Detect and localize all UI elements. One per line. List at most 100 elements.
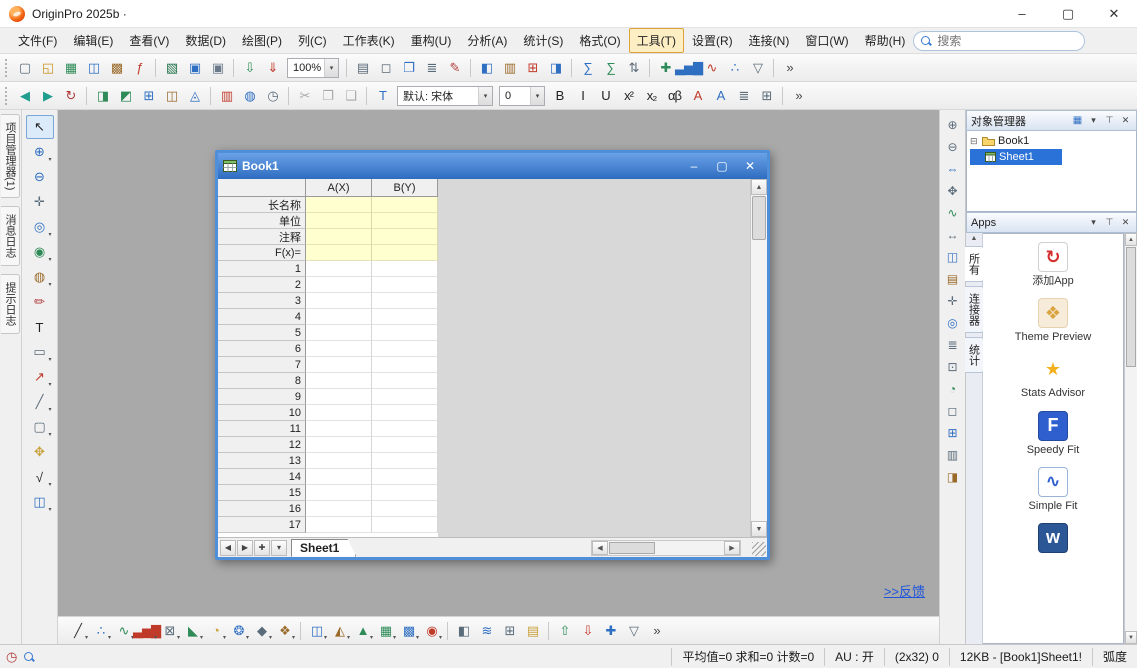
insert-table[interactable]: ⊞ [498,620,521,642]
add-sheet-button[interactable]: ✚ [254,540,270,556]
app-simple-fit[interactable]: ∿ Simple Fit [1003,467,1103,513]
panel-close-icon[interactable]: ✕ [1119,115,1132,126]
horizontal-scrollbar[interactable]: ◀ ▶ [591,540,741,556]
align-text[interactable]: ≣ [732,85,755,107]
cell[interactable] [306,469,372,485]
refresh[interactable]: ↻ [59,85,82,107]
italic[interactable]: I [571,85,594,107]
app-stats-advisor[interactable]: ★ Stats Advisor [1003,354,1103,400]
panel-dropdown-icon[interactable]: ▾ [1087,217,1100,228]
cell[interactable] [372,485,438,501]
apps-scroll-up-button[interactable]: ▲ [1125,233,1137,246]
greek-symbols[interactable]: αβ [663,85,686,107]
crosshair-tool[interactable]: ✛ [942,291,963,311]
save-window-as[interactable]: ▣ [206,57,229,79]
move-plot-up[interactable]: ⇧ [553,620,576,642]
feedback-link[interactable]: >>反馈 [884,581,925,600]
scale-in-tool[interactable]: ⊕ [942,115,963,135]
tree-item-sheet1[interactable]: Sheet1 [970,149,1062,165]
menu-statistics[interactable]: 统计(S) [515,28,571,53]
cell[interactable] [372,357,438,373]
row-header[interactable]: 单位 [218,213,306,229]
insert-sparklines[interactable]: ≋ [475,620,498,642]
prev-sheet-button[interactable]: ◀ [220,540,236,556]
date-time-stamp[interactable]: ◷ [261,85,284,107]
menu-worksheet[interactable]: 工作表(K) [335,28,403,53]
stock-plot[interactable]: ◆ ▾ [250,620,273,642]
cut[interactable]: ✂ [293,85,316,107]
cell[interactable] [306,517,372,533]
cell[interactable] [372,405,438,421]
3d-scatter-plot[interactable]: ◭ ▾ [328,620,351,642]
font-size-combo[interactable]: 0 ▾ [499,86,545,106]
apps-scroll-down-button[interactable]: ▼ [1125,631,1137,644]
toolbar-drag-handle[interactable] [5,59,9,77]
row-statistics[interactable]: ∑ [599,57,622,79]
cell[interactable] [372,197,438,213]
tab-project-explorer[interactable]: 项目管理器(1) [1,114,20,198]
cell[interactable] [372,261,438,277]
script-window[interactable]: ≣ [420,57,443,79]
import-wizard[interactable]: ⇩ [238,57,261,79]
cell[interactable] [306,325,372,341]
menu-edit[interactable]: 编辑(E) [65,28,121,53]
combo-dropdown-icon[interactable]: ▾ [530,87,544,105]
row-header[interactable]: 11 [218,421,306,437]
multi-panel-plot[interactable]: ◫ ▾ [305,620,328,642]
plot-bars[interactable]: ▃▅▇ [677,57,700,79]
pie-chart-plot[interactable]: ◔ ▾ [204,620,227,642]
new-matrix[interactable]: ▩ [105,57,128,79]
apps-tab-connectors[interactable]: 连接器 [965,286,984,333]
book1-maximize-button[interactable]: ▢ [710,157,734,175]
forward[interactable]: ▶ [36,85,59,107]
scroll-right-button[interactable]: ▶ [724,541,740,555]
select-all-corner[interactable] [218,179,306,197]
search-input[interactable] [937,34,1077,48]
row-header[interactable]: 12 [218,437,306,453]
results-log[interactable]: ▥ [498,57,521,79]
row-header[interactable]: 注释 [218,229,306,245]
line-tool[interactable]: ╱ ▾ [26,390,54,414]
open-excel[interactable]: ▧ [160,57,183,79]
row-header[interactable]: 长名称 [218,197,306,213]
horizontal-scroll-track[interactable] [656,541,724,555]
cell[interactable] [372,325,438,341]
code-builder[interactable]: ✎ [443,57,466,79]
cell[interactable] [372,277,438,293]
back[interactable]: ◀ [13,85,36,107]
cell[interactable] [372,293,438,309]
menu-window[interactable]: 窗口(W) [797,28,856,53]
book1-title-bar[interactable]: Book1 – ▢ ✕ [218,153,767,179]
cell[interactable] [372,229,438,245]
scatter-plot[interactable]: ∴ ▾ [89,620,112,642]
menu-analysis[interactable]: 分析(A) [459,28,515,53]
cell[interactable] [372,437,438,453]
row-header[interactable]: 1 [218,261,306,277]
line-symbol-plot[interactable]: ∿ ▾ [112,620,135,642]
print[interactable]: ▤ [351,57,374,79]
shape-tool[interactable]: ▭ ▾ [26,340,54,364]
3d-surface-plot[interactable]: ▲ ▾ [351,620,374,642]
legend-tool[interactable]: ▤ [942,269,963,289]
cell[interactable] [306,197,372,213]
cell[interactable] [306,245,372,261]
subscript[interactable]: x₂ [640,85,663,107]
cell[interactable] [306,453,372,469]
panel-close-icon[interactable]: ✕ [1119,217,1132,228]
toolbar-options[interactable]: » [645,620,668,642]
cell[interactable] [306,421,372,437]
row-header[interactable]: 3 [218,293,306,309]
vertical-scroll-track[interactable] [751,241,767,521]
maximize-button[interactable]: ▢ [1045,0,1091,27]
cell[interactable] [372,453,438,469]
zoom-out-tool[interactable]: ⊖ [26,165,54,189]
text-object-tool[interactable]: ≣ [942,335,963,355]
insert-graph[interactable]: ◧ [452,620,475,642]
row-header[interactable]: F(x)= [218,245,306,261]
import-excel[interactable]: ⇓ [261,57,284,79]
pin-icon[interactable]: ⊤ [1103,115,1116,126]
row-header[interactable]: 2 [218,277,306,293]
column-header[interactable]: B(Y) [372,179,438,197]
object-manager-toggle[interactable]: ◨ [544,57,567,79]
copy-graph[interactable]: ❐ [397,57,420,79]
